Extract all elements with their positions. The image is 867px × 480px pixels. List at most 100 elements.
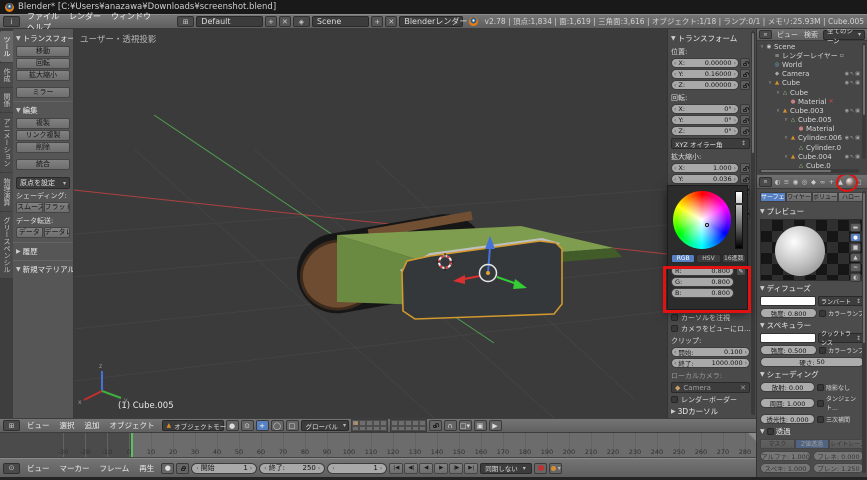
snap-magnet-icon[interactable]: ∩ (444, 420, 457, 431)
diffuse-shader-dropdown[interactable]: ランバート ↕ (818, 296, 864, 306)
current-frame-line[interactable] (131, 433, 133, 458)
transparency-field-1-0[interactable]: スペキ: 1.000 (760, 463, 811, 473)
outliner-item-camera[interactable]: ◆Camera◉↖▣ (757, 70, 867, 79)
checkbox-icon[interactable] (817, 416, 824, 423)
panel-header-transparency[interactable]: ▼ 透過 (760, 426, 864, 437)
transform-orientation-dropdown[interactable]: グローバル ▾ (301, 420, 349, 431)
scale-field-1[interactable]: ‹Y:0.036› (671, 174, 739, 184)
timeline-menu-1[interactable]: マーカー (55, 464, 95, 473)
hardness-slider[interactable]: 硬さ: 50 (760, 357, 864, 367)
preview-hair-button[interactable]: ≈ (850, 263, 861, 272)
lock-icon[interactable] (740, 115, 750, 125)
layer-toggle-7[interactable] (405, 426, 412, 432)
panel-header-transform[interactable]: ▼ トランスフォーム (16, 33, 70, 44)
material-type-tab-2[interactable]: ボリューム (812, 192, 838, 202)
preview-sphere-sky-button[interactable]: ◐ (850, 273, 861, 282)
clip-start-field[interactable]: ‹開始: 0.100› (671, 347, 750, 357)
texture-tab-icon[interactable]: □ (854, 176, 863, 187)
shading-slider-0[interactable]: 放射: 0.00 (760, 382, 815, 392)
panel-header-edit[interactable]: ▼ 編集 (16, 105, 70, 116)
layer-grid-1[interactable] (351, 419, 388, 432)
screen-layout-browse-icon[interactable]: ⊞ (177, 16, 194, 27)
modifiers-tab-icon[interactable]: + (827, 176, 836, 187)
preview-cube-button[interactable]: ■ (850, 243, 861, 252)
snap-element-dropdown[interactable]: □▾ (459, 420, 472, 431)
picker-tab-2[interactable]: 16進数 (722, 254, 746, 263)
select-arrow-icon[interactable]: ↖ (850, 108, 854, 114)
info-menu-1[interactable]: レンダー (64, 12, 106, 21)
edit-tool-button-2[interactable]: 削除 (16, 142, 70, 153)
edit-tool-button-1[interactable]: リンク複製 (16, 130, 70, 141)
panel-header-history[interactable]: ▶ 履歴 (16, 246, 70, 257)
scene-add-button[interactable]: + (371, 16, 383, 27)
scene-close-icon[interactable]: ✕ (385, 16, 397, 27)
tool-shelf-tab-2[interactable]: 関係 (0, 88, 13, 112)
scene-tab-icon[interactable]: ◉ (791, 176, 800, 187)
rotation-mode-dropdown[interactable]: XYZ オイラー角 ↕ (671, 138, 750, 149)
set-origin-dropdown[interactable]: 原点を設定 ▾ (16, 177, 70, 189)
layer-toggle-5[interactable] (352, 426, 359, 432)
outliner-item--[interactable]: ≡レンダーレイヤー▫ (757, 51, 867, 60)
transparency-mode-tab-2[interactable]: レイトレース (829, 439, 864, 449)
rotation-field-1[interactable]: ‹Y:0°› (671, 115, 739, 125)
world-tab-icon[interactable]: ◎ (800, 176, 809, 187)
outliner-menu-1[interactable]: 検索 (801, 31, 821, 39)
render-restrict-icon[interactable]: ▣ (855, 108, 860, 114)
record-icon[interactable] (534, 463, 547, 474)
outliner-item-material[interactable]: ●Material (757, 125, 867, 134)
data-transfer-button-0[interactable]: データ (16, 227, 43, 238)
editor-type-info-icon[interactable]: i (3, 16, 20, 27)
scene-browse-icon[interactable]: ◈ (293, 16, 310, 27)
tool-shelf-tab-3[interactable]: アニメーション (0, 113, 13, 172)
tool-shelf-tab-4[interactable]: 物理演算 (0, 173, 13, 211)
sync-dropdown[interactable]: 同期しない ▾ (480, 463, 532, 474)
frame-start-field[interactable]: ‹開始 1› (191, 463, 257, 474)
eye-icon[interactable]: ◉ (845, 71, 849, 77)
lock-icon[interactable] (740, 126, 750, 136)
next-keyframe-button[interactable]: |▶ (449, 463, 463, 474)
select-arrow-icon[interactable]: ↖ (850, 80, 854, 86)
lock-icon[interactable] (740, 104, 750, 114)
outliner-item-cube[interactable]: ▿▲Cube◉↖▣ (757, 79, 867, 88)
eye-icon[interactable]: ◉ (845, 108, 849, 114)
layer-toggle-9[interactable] (419, 426, 426, 432)
jump-to-start-button[interactable]: |◀ (389, 463, 403, 474)
diffuse-intensity-slider[interactable]: 強度: 0.800 (760, 308, 817, 318)
render-opengl-button[interactable]: ▣ (474, 420, 487, 431)
transparency-mode-tab-0[interactable]: マスク (760, 439, 795, 449)
render-restrict-icon[interactable]: ▣ (855, 80, 860, 86)
tool-shelf-tab-0[interactable]: ツール (0, 31, 13, 62)
manipulator-translate-button[interactable]: + (256, 420, 269, 431)
eye-icon[interactable]: ◉ (845, 135, 849, 141)
prev-keyframe-button[interactable]: ◀| (404, 463, 418, 474)
select-arrow-icon[interactable]: ↖ (850, 154, 854, 160)
location-field-2[interactable]: ‹Z:0.00000› (671, 80, 739, 90)
specular-color-swatch[interactable] (760, 333, 816, 343)
checkbox-icon[interactable] (819, 310, 826, 317)
outliner-item-cube-003[interactable]: ▿▲Cube.003◉↖▣ (757, 106, 867, 115)
render-border-checkbox[interactable]: レンダーボーダー (671, 395, 750, 404)
tool-shelf-tab-1[interactable]: 作成 (0, 63, 13, 87)
n-panel-scrollbar[interactable] (751, 31, 755, 415)
specular-shader-dropdown[interactable]: クックトランス ↕ (818, 333, 864, 343)
picker-tab-1[interactable]: HSV (696, 254, 720, 263)
panel-header-shading[interactable]: ▼ シェーディング (760, 369, 864, 380)
outliner-item-cube[interactable]: ▿△Cube (757, 88, 867, 97)
layer-toggle-6[interactable] (359, 426, 366, 432)
rotation-field-0[interactable]: ‹X:0°› (671, 104, 739, 114)
lock-camera-to-view-checkbox[interactable]: カメラをビューにロ... (671, 324, 750, 333)
current-frame-field[interactable]: ‹ 1› (327, 463, 387, 474)
manipulator-scale-button[interactable]: □ (286, 420, 299, 431)
jump-to-end-button[interactable]: ▶| (464, 463, 478, 474)
layer-toggle-8[interactable] (412, 426, 419, 432)
shading-button-0[interactable]: スムーズ (16, 202, 43, 213)
picker-tab-0[interactable]: RGB (671, 254, 695, 263)
unlink-x-icon[interactable]: ✕ (828, 98, 833, 105)
render-opengl-anim-button[interactable]: ▶ (489, 420, 502, 431)
shading-slider-1[interactable]: 周囲: 1.000 (760, 398, 815, 408)
constraints-tab-icon[interactable]: ∞ (818, 176, 827, 187)
timeline-menu-3[interactable]: 再生 (134, 464, 159, 473)
outliner-item-cube-005[interactable]: ▿△Cube.005 (757, 116, 867, 125)
eye-icon[interactable]: ◉ (845, 80, 849, 86)
checkbox-icon[interactable] (819, 347, 826, 354)
